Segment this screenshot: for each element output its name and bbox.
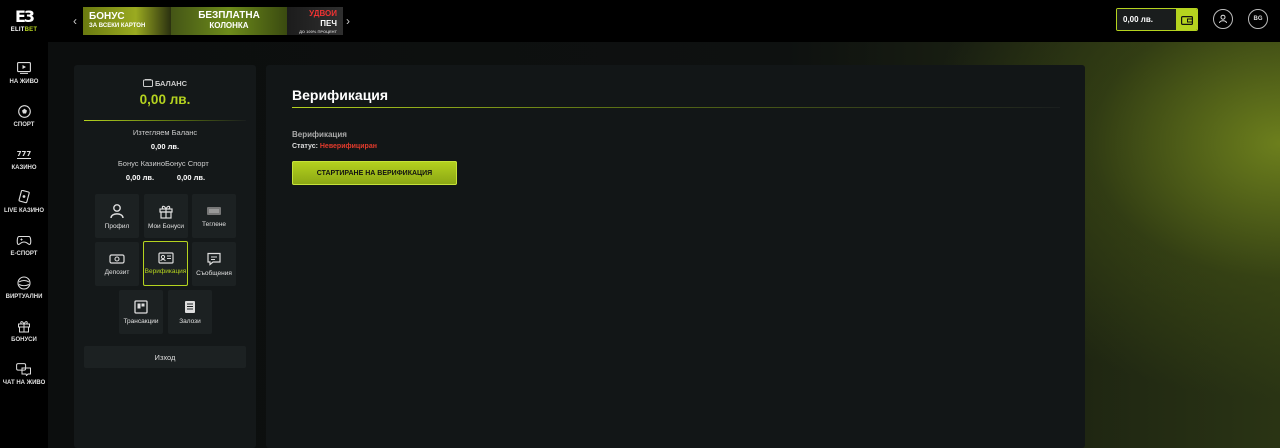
deposit-icon bbox=[109, 253, 125, 264]
live-casino-icon bbox=[16, 189, 32, 205]
nav-item-sport[interactable]: СПОРТ bbox=[0, 103, 48, 143]
nav-item-label: ВИРТУАЛНИ bbox=[5, 294, 43, 300]
tile-label: Депозит bbox=[104, 268, 130, 276]
promo-banner-strip: БОНУС ЗА ВСЕКИ КАРТОН БЕЗПЛАТНА КОЛОНКА … bbox=[83, 7, 343, 35]
tile-label: Съобщения bbox=[196, 269, 232, 277]
nav-item-label: LIVE КАЗИНО bbox=[3, 208, 45, 214]
bets-icon bbox=[185, 300, 195, 313]
gift-icon bbox=[16, 318, 32, 334]
brand-logo[interactable]: E3 ELITBET bbox=[0, 0, 48, 42]
bonus-sport-value: 0,00 лв. bbox=[176, 173, 206, 182]
svg-text:777: 777 bbox=[17, 150, 32, 158]
tile-withdraw[interactable]: Теглене bbox=[192, 194, 236, 238]
banner-text: БЕЗПЛАТНА bbox=[198, 10, 260, 21]
tile-bets[interactable]: Залози bbox=[168, 290, 212, 334]
title-divider bbox=[292, 107, 1060, 108]
banner-text: БОНУС bbox=[89, 11, 125, 22]
balance-value: 0,00 лв. bbox=[139, 92, 191, 107]
section-label: Верификация bbox=[292, 130, 347, 139]
nav-item-label: КАЗИНО bbox=[11, 165, 37, 171]
nav-item-live-casino[interactable]: LIVE КАЗИНО bbox=[0, 189, 48, 229]
banner-prev-icon[interactable]: ‹ bbox=[73, 14, 77, 28]
promo-banner-bonus[interactable]: БОНУС ЗА ВСЕКИ КАРТОН bbox=[83, 7, 171, 35]
nav-item-casino[interactable]: 777 КАЗИНО bbox=[0, 146, 48, 186]
user-account-button[interactable] bbox=[1213, 9, 1233, 29]
nav-item-virtual[interactable]: ВИРТУАЛНИ bbox=[0, 275, 48, 315]
start-verification-button[interactable]: СТАРТИРАНЕ НА ВЕРИФИКАЦИЯ bbox=[292, 161, 457, 185]
tile-label: Верификация bbox=[144, 268, 187, 275]
banner-next-icon[interactable]: › bbox=[346, 14, 350, 28]
promo-banner-double[interactable]: УДВОИ ПЕЧ ДО 100% ПРОЦЕНТ bbox=[287, 7, 343, 35]
balance-label: БАЛАНС bbox=[74, 79, 256, 88]
transactions-icon bbox=[134, 299, 148, 314]
nav-item-live[interactable]: НА ЖИВО bbox=[0, 60, 48, 100]
banner-text: ДО 100% ПРОЦЕНТ bbox=[299, 28, 337, 34]
tile-messages[interactable]: Съобщения bbox=[192, 242, 236, 286]
header-balance-value: 0,00 лв. bbox=[1117, 9, 1176, 30]
banner-text: УДВОИ bbox=[309, 8, 337, 18]
user-icon bbox=[1219, 14, 1227, 24]
soccer-ball-icon bbox=[16, 103, 32, 119]
messages-icon bbox=[207, 252, 221, 266]
tile-label: Теглене bbox=[201, 220, 227, 228]
tile-profile[interactable]: Профил bbox=[95, 194, 139, 238]
bonus-casino-value: 0,00 лв. bbox=[125, 173, 155, 182]
nav-item-esport[interactable]: Е-СПОРТ bbox=[0, 232, 48, 272]
play-icon bbox=[16, 60, 32, 76]
logout-button[interactable]: Изход bbox=[84, 346, 246, 368]
header-balance[interactable]: 0,00 лв. bbox=[1116, 8, 1198, 31]
logo-wordmark: ELITBET bbox=[10, 27, 38, 33]
nav-item-label: БОНУСИ bbox=[11, 337, 37, 343]
withdrawable-label: Изтегляем Баланс bbox=[132, 128, 198, 137]
bonus-casino-label: Бонус Казино bbox=[117, 159, 165, 168]
promo-banner-free-column[interactable]: БЕЗПЛАТНА КОЛОНКА bbox=[171, 7, 287, 35]
nav-item-live-chat[interactable]: ЧАТ НА ЖИВО bbox=[0, 361, 48, 401]
top-bar: E3 ELITBET ‹ БОНУС ЗА ВСЕКИ КАРТОН БЕЗПЛ… bbox=[0, 0, 1280, 42]
banner-text: КОЛОНКА bbox=[209, 21, 249, 30]
withdraw-icon bbox=[207, 206, 221, 215]
nav-item-label: ЧАТ НА ЖИВО bbox=[2, 380, 46, 386]
banner-text: ЗА ВСЕКИ КАРТОН bbox=[89, 23, 146, 29]
logo-mark: E3 bbox=[14, 7, 35, 26]
user-icon bbox=[110, 203, 124, 218]
language-button[interactable]: BG bbox=[1248, 9, 1268, 29]
page-title: Верификация bbox=[292, 87, 389, 103]
tile-transactions[interactable]: Трансакции bbox=[119, 290, 163, 334]
wallet-icon bbox=[1180, 15, 1193, 25]
bonus-sport-label: Бонус Спорт bbox=[165, 159, 209, 168]
left-sidebar: НА ЖИВО СПОРТ 777 КАЗИНО LIVE КАЗИНО Е-С… bbox=[0, 42, 48, 448]
gift-icon bbox=[159, 205, 173, 219]
verification-panel: Верификация Верификация Статус: Неверифи… bbox=[266, 65, 1085, 448]
status-label: Статус: bbox=[292, 143, 318, 150]
tile-verification[interactable]: Верификация bbox=[143, 241, 188, 286]
tile-label: Залози bbox=[179, 317, 201, 325]
chat-icon bbox=[16, 361, 32, 377]
tile-my-bonuses[interactable]: Мои Бонуси bbox=[144, 194, 188, 238]
nav-item-label: Е-СПОРТ bbox=[10, 251, 38, 257]
id-card-icon bbox=[157, 252, 174, 264]
tile-label: Трансакции bbox=[123, 317, 159, 325]
nav-item-label: СПОРТ bbox=[13, 122, 35, 128]
tile-deposit[interactable]: Депозит bbox=[95, 242, 139, 286]
tile-label: Профил bbox=[104, 222, 130, 230]
balance-label-text: БАЛАНС bbox=[154, 79, 188, 88]
gamepad-icon bbox=[16, 232, 32, 248]
status-line: Статус: Неверифициран bbox=[292, 143, 377, 150]
status-value: Неверифициран bbox=[319, 143, 377, 150]
banner-text: ПЕЧ bbox=[320, 18, 337, 28]
balance-divider bbox=[84, 120, 246, 121]
tile-label: Мои Бонуси bbox=[147, 222, 185, 230]
wallet-button[interactable] bbox=[1176, 9, 1197, 30]
nav-item-label: НА ЖИВО bbox=[9, 79, 39, 85]
wallet-icon bbox=[142, 79, 153, 87]
virtual-sports-icon bbox=[16, 275, 32, 291]
slots-777-icon: 777 bbox=[16, 146, 32, 162]
withdrawable-value: 0,00 лв. bbox=[150, 142, 180, 151]
nav-item-bonuses[interactable]: БОНУСИ bbox=[0, 318, 48, 358]
account-panel: БАЛАНС 0,00 лв. Изтегляем Баланс 0,00 лв… bbox=[74, 65, 256, 448]
